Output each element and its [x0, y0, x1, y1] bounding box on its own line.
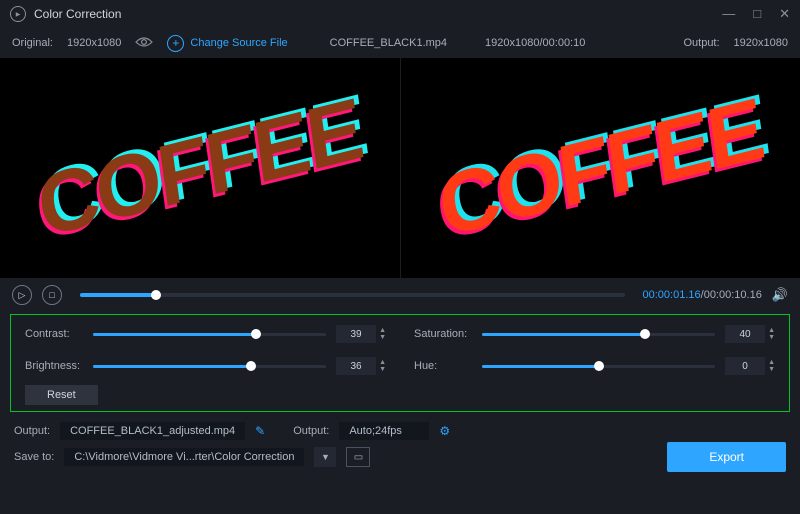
hue-slider[interactable] — [482, 365, 715, 368]
hue-step-up[interactable]: ▲ — [768, 359, 775, 366]
save-path-field[interactable]: C:\Vidmore\Vidmore Vi...rter\Color Corre… — [64, 448, 304, 466]
minimize-button[interactable]: — — [722, 6, 735, 22]
original-label: Original: — [12, 37, 53, 49]
saturation-slider[interactable] — [482, 333, 715, 336]
app-logo-icon — [10, 6, 26, 22]
hue-control: Hue: 0▲▼ — [414, 357, 775, 375]
volume-icon[interactable]: 🔊 — [772, 287, 788, 303]
output-file-label: Output: — [14, 425, 50, 437]
output-res-label: Output: — [683, 37, 719, 49]
transport-bar: ▷ □ 00:00:01.16/00:00:10.16 🔊 — [0, 278, 800, 312]
output-row: Output: COFFEE_BLACK1_adjusted.mp4 ✎ Out… — [0, 418, 800, 444]
output-filename-field[interactable]: COFFEE_BLACK1_adjusted.mp4 — [60, 422, 245, 440]
save-path-dropdown[interactable]: ▼ — [314, 447, 336, 467]
timeline-slider[interactable] — [80, 293, 625, 297]
color-controls-panel: Contrast: 39▲▼ Saturation: 40▲▼ Brightne… — [10, 314, 790, 412]
output-format-label: Output: — [293, 425, 329, 437]
preview-eye-icon[interactable] — [135, 36, 153, 51]
hue-label: Hue: — [414, 360, 472, 372]
save-row: Save to: C:\Vidmore\Vidmore Vi...rter\Co… — [0, 444, 800, 470]
time-display: 00:00:01.16/00:00:10.16 — [643, 289, 762, 301]
source-filename: COFFEE_BLACK1.mp4 — [330, 37, 447, 49]
current-time: 00:00:01.16 — [643, 289, 701, 301]
export-button[interactable]: Export — [667, 442, 786, 472]
window-title: Color Correction — [34, 7, 121, 21]
original-resolution: 1920x1080 — [67, 37, 121, 49]
stop-button[interactable]: □ — [42, 285, 62, 305]
preview-area: COFFEE COFFEE COFFEE COFFEE COFFEE COFFE… — [0, 58, 800, 278]
preview-adjusted: COFFEE COFFEE COFFEE — [400, 58, 800, 278]
play-button[interactable]: ▷ — [12, 285, 32, 305]
brightness-control: Brightness: 36▲▼ — [25, 357, 386, 375]
saturation-control: Saturation: 40▲▼ — [414, 325, 775, 343]
titlebar: Color Correction — □ ✕ — [0, 0, 800, 28]
preview-original: COFFEE COFFEE COFFEE — [0, 58, 400, 278]
saturation-step-up[interactable]: ▲ — [768, 327, 775, 334]
maximize-button[interactable]: □ — [753, 6, 761, 22]
format-settings-icon[interactable]: ⚙ — [439, 424, 450, 438]
preview-text: COFFEE — [32, 80, 366, 256]
save-to-label: Save to: — [14, 451, 54, 463]
saturation-step-down[interactable]: ▼ — [768, 334, 775, 341]
contrast-step-down[interactable]: ▼ — [379, 334, 386, 341]
brightness-slider[interactable] — [93, 365, 326, 368]
hue-step-down[interactable]: ▼ — [768, 366, 775, 373]
change-source-label: Change Source File — [190, 37, 287, 49]
brightness-step-down[interactable]: ▼ — [379, 366, 386, 373]
output-format-field[interactable]: Auto;24fps — [339, 422, 429, 440]
reset-button[interactable]: Reset — [25, 385, 98, 405]
brightness-step-up[interactable]: ▲ — [379, 359, 386, 366]
info-bar: Original: 1920x1080 + Change Source File… — [0, 28, 800, 58]
contrast-step-up[interactable]: ▲ — [379, 327, 386, 334]
plus-circle-icon: + — [167, 35, 184, 52]
edit-filename-icon[interactable]: ✎ — [255, 424, 265, 438]
output-resolution: 1920x1080 — [734, 37, 788, 49]
source-res-duration: 1920x1080/00:00:10 — [485, 37, 585, 49]
contrast-value[interactable]: 39 — [336, 325, 376, 343]
brightness-value[interactable]: 36 — [336, 357, 376, 375]
contrast-slider[interactable] — [93, 333, 326, 336]
brightness-label: Brightness: — [25, 360, 83, 372]
saturation-value[interactable]: 40 — [725, 325, 765, 343]
close-button[interactable]: ✕ — [779, 6, 790, 22]
saturation-label: Saturation: — [414, 328, 472, 340]
contrast-label: Contrast: — [25, 328, 83, 340]
total-time: /00:00:10.16 — [701, 289, 762, 301]
preview-text: COFFEE — [433, 80, 767, 256]
hue-value[interactable]: 0 — [725, 357, 765, 375]
change-source-button[interactable]: + Change Source File — [167, 35, 287, 52]
open-folder-button[interactable]: ▭ — [346, 447, 370, 467]
contrast-control: Contrast: 39▲▼ — [25, 325, 386, 343]
